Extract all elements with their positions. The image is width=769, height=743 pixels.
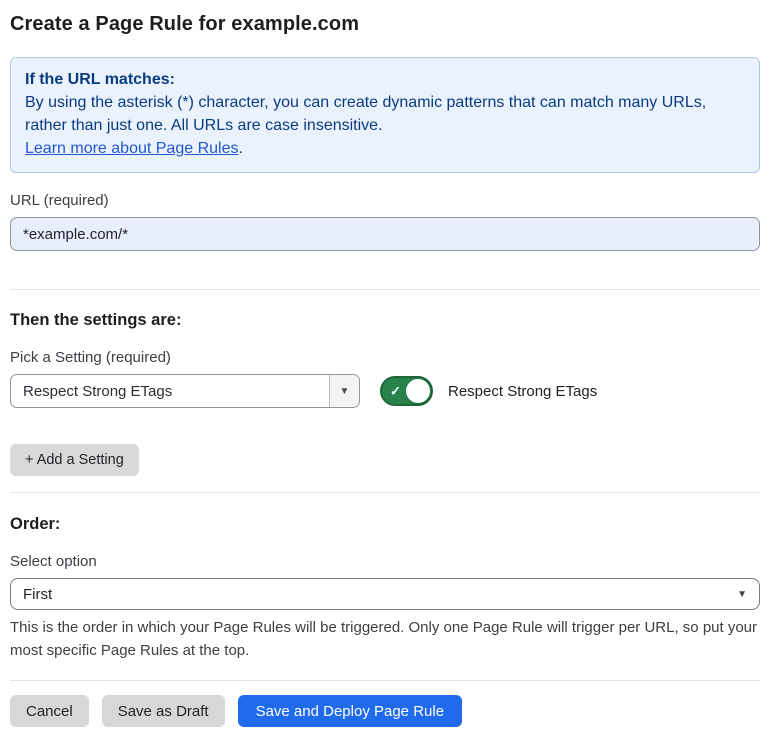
- info-box-body: By using the asterisk (*) character, you…: [25, 91, 745, 137]
- divider: [10, 680, 760, 681]
- save-and-deploy-button[interactable]: Save and Deploy Page Rule: [238, 695, 462, 727]
- setting-row: Respect Strong ETags ▼ ✓ Respect Strong …: [10, 374, 760, 408]
- pick-setting-label: Pick a Setting (required): [10, 349, 760, 367]
- chevron-down-icon: ▼: [737, 589, 747, 600]
- divider: [10, 492, 760, 493]
- order-select[interactable]: First ▼: [10, 578, 760, 610]
- save-as-draft-button[interactable]: Save as Draft: [102, 695, 225, 727]
- check-icon: ✓: [390, 385, 401, 398]
- order-help-text: This is the order in which your Page Rul…: [10, 617, 760, 662]
- toggle-label: Respect Strong ETags: [448, 383, 597, 400]
- info-box-heading: If the URL matches:: [25, 68, 745, 91]
- cancel-button[interactable]: Cancel: [10, 695, 89, 727]
- url-field-label: URL (required): [10, 192, 760, 210]
- create-page-rule-form: Create a Page Rule for example.com If th…: [0, 0, 769, 743]
- url-input[interactable]: [10, 217, 760, 251]
- divider: [10, 289, 760, 290]
- toggle-knob: [406, 379, 430, 403]
- url-matches-info-box: If the URL matches: By using the asteris…: [10, 57, 760, 173]
- respect-strong-etags-toggle[interactable]: ✓: [380, 376, 433, 406]
- footer-actions: Cancel Save as Draft Save and Deploy Pag…: [10, 695, 760, 727]
- order-section-heading: Order:: [10, 514, 760, 534]
- setting-select[interactable]: Respect Strong ETags ▼: [10, 374, 360, 408]
- info-box-link-line: Learn more about Page Rules.: [25, 137, 745, 160]
- setting-select-arrow-button[interactable]: ▼: [329, 375, 359, 407]
- learn-more-page-rules-link[interactable]: Learn more about Page Rules: [25, 140, 238, 157]
- order-select-value: First: [23, 586, 52, 603]
- page-title: Create a Page Rule for example.com: [10, 12, 760, 36]
- link-suffix-text: .: [238, 140, 242, 157]
- chevron-down-icon: ▼: [340, 386, 350, 397]
- settings-section-heading: Then the settings are:: [10, 310, 760, 330]
- setting-select-value: Respect Strong ETags: [11, 375, 329, 407]
- add-setting-button[interactable]: + Add a Setting: [10, 444, 139, 476]
- order-select-label: Select option: [10, 553, 760, 571]
